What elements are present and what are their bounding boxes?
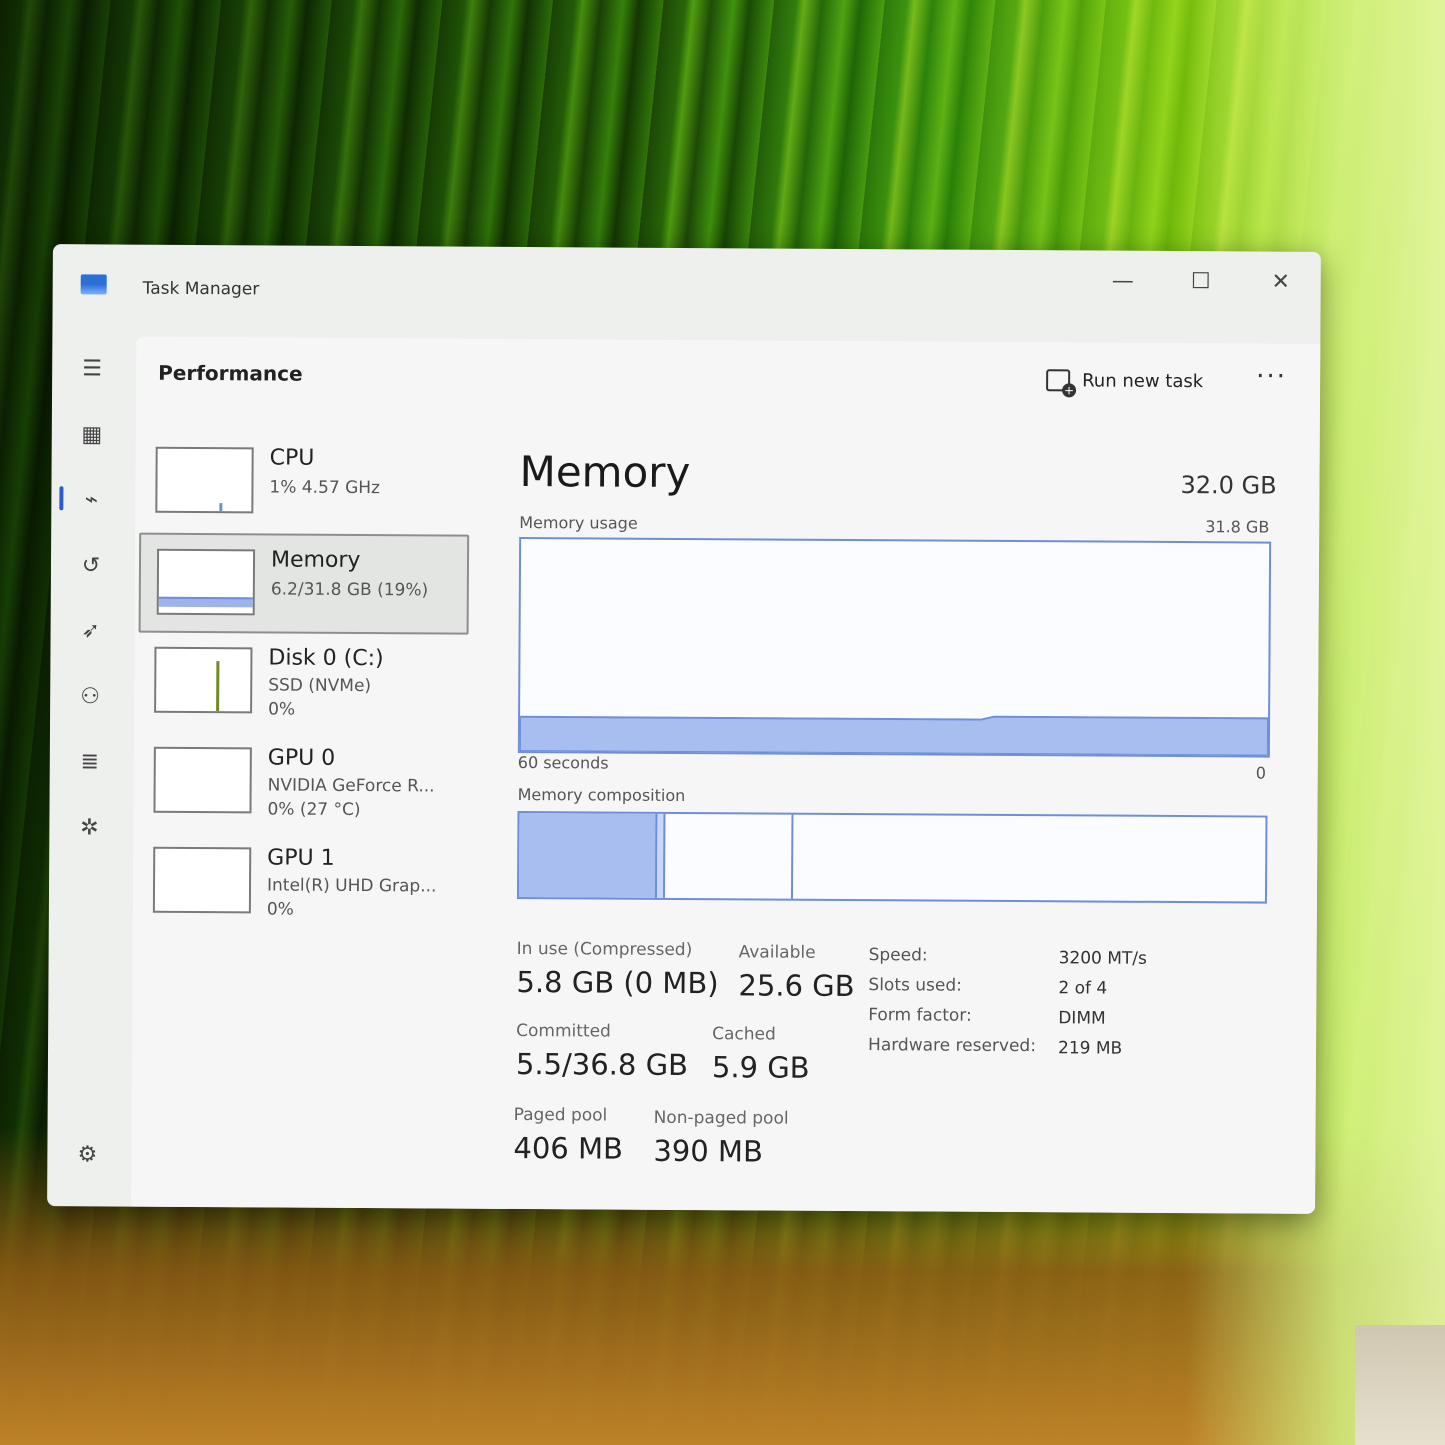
composition-in-use-segment [518, 812, 658, 898]
speed-value: 3200 MT/s [1058, 948, 1147, 969]
run-task-icon [1046, 369, 1071, 392]
device-detail: NVIDIA GeForce R... [267, 775, 435, 797]
device-name: CPU [269, 445, 315, 471]
device-item-memory[interactable]: Memory 6.2/31.8 GB (19%) [138, 532, 470, 635]
details-icon[interactable]: ≣ [70, 741, 110, 781]
slots-label: Slots used: [868, 975, 962, 996]
page-title: Performance [158, 360, 303, 386]
gpu0-thumbnail-graph [153, 746, 252, 814]
settings-icon[interactable]: ⚙ [67, 1134, 107, 1174]
maximize-button[interactable]: ☐ [1171, 261, 1231, 301]
device-detail: Intel(R) UHD Grap... [266, 875, 437, 897]
hardware-reserved-label: Hardware reserved: [868, 1035, 1037, 1057]
in-use-label: In use (Compressed) [516, 938, 693, 961]
processes-icon[interactable]: ▦ [72, 414, 112, 454]
users-icon[interactable]: ⚇ [70, 676, 110, 716]
cpu-thumbnail-spike [219, 503, 223, 512]
device-name: Memory [270, 547, 361, 574]
memory-thumbnail-graph [156, 548, 256, 616]
memory-total: 32.0 GB [1180, 471, 1277, 500]
performance-icon[interactable]: ⌁ [71, 479, 111, 519]
device-usage: 0% (27 °C) [267, 799, 361, 821]
wallpaper-path [1355, 1325, 1445, 1445]
form-factor-value: DIMM [1058, 1008, 1106, 1029]
paged-pool-label: Paged pool [513, 1104, 608, 1126]
device-item-cpu[interactable]: CPU 1% 4.57 GHz [139, 433, 470, 535]
cached-label: Cached [712, 1024, 776, 1045]
device-item-gpu0[interactable]: GPU 0 NVIDIA GeForce R... 0% (27 °C) [137, 733, 468, 835]
available-value: 25.6 GB [738, 968, 855, 1004]
speed-label: Speed: [868, 945, 928, 966]
memory-composition-label: Memory composition [517, 784, 686, 806]
minimize-button[interactable]: — [1093, 260, 1153, 300]
window-title: Task Manager [142, 278, 260, 300]
cached-value: 5.9 GB [711, 1050, 810, 1085]
run-new-task-button[interactable]: Run new task [1046, 366, 1203, 395]
memory-usage-max: 31.8 GB [1205, 517, 1270, 537]
memory-title: Memory [519, 446, 691, 498]
device-name: Disk 0 (C:) [268, 645, 384, 672]
nav-sidebar: ☰ ▦ ⌁ ↺ ➶ ⚇ ≣ ✲ ⚙ [47, 334, 132, 1206]
device-usage: 0% [266, 899, 294, 920]
slots-value: 2 of 4 [1058, 978, 1108, 999]
device-item-gpu1[interactable]: GPU 1 Intel(R) UHD Grap... 0% [137, 833, 468, 935]
disk-thumbnail-graph [154, 646, 253, 714]
device-usage: 0% [268, 699, 296, 720]
close-button[interactable]: ✕ [1251, 261, 1311, 301]
performance-content: Performance Run new task ··· CPU 1% 4.57… [131, 336, 1321, 1214]
services-icon[interactable]: ✲ [69, 807, 109, 847]
committed-value: 5.5/36.8 GB [515, 1046, 689, 1083]
committed-label: Committed [516, 1020, 611, 1042]
device-name: GPU 1 [267, 845, 335, 871]
cpu-thumbnail-graph [155, 446, 254, 514]
memory-usage-label: Memory usage [519, 512, 638, 533]
composition-standby-segment [664, 813, 794, 899]
run-new-task-label: Run new task [1082, 369, 1204, 392]
title-bar[interactable]: Task Manager — ☐ ✕ [52, 244, 1321, 342]
device-detail: 6.2/31.8 GB (19%) [270, 579, 429, 601]
nav-active-indicator [59, 486, 64, 511]
device-item-disk[interactable]: Disk 0 (C:) SSD (NVMe) 0% [138, 633, 469, 735]
graph-axis-right-label: 0 [1255, 763, 1266, 783]
task-manager-window: Task Manager — ☐ ✕ ☰ ▦ ⌁ ↺ ➶ ⚇ ≣ ✲ ⚙ Per… [47, 244, 1321, 1214]
task-manager-app-icon [80, 274, 107, 295]
in-use-value: 5.8 GB (0 MB) [516, 964, 719, 1001]
app-history-icon[interactable]: ↺ [71, 545, 111, 585]
hardware-reserved-value: 219 MB [1057, 1038, 1123, 1059]
memory-composition-bar [516, 810, 1268, 904]
non-paged-pool-value: 390 MB [653, 1133, 764, 1169]
memory-usage-graph [517, 536, 1272, 758]
graph-axis-left-label: 60 seconds [517, 752, 609, 773]
disk-thumbnail-spike [216, 661, 220, 712]
gpu1-thumbnail-graph [152, 846, 252, 914]
memory-usage-area [519, 715, 1270, 756]
device-list: CPU 1% 4.57 GHz Memory 6.2/31.8 GB (19%)… [137, 433, 470, 935]
memory-usage-svg [519, 715, 1270, 756]
hamburger-menu-icon[interactable]: ☰ [72, 348, 112, 388]
memory-thumbnail-fill [158, 596, 253, 608]
device-detail: 1% 4.57 GHz [269, 477, 381, 499]
available-label: Available [738, 942, 816, 963]
paged-pool-value: 406 MB [513, 1130, 624, 1166]
non-paged-pool-label: Non-paged pool [653, 1107, 789, 1129]
device-name: GPU 0 [267, 745, 336, 771]
form-factor-label: Form factor: [868, 1005, 972, 1026]
startup-apps-icon[interactable]: ➶ [70, 610, 110, 650]
device-detail: SSD (NVMe) [268, 675, 372, 697]
composition-free-segment [793, 815, 1266, 902]
more-options-button[interactable]: ··· [1256, 361, 1287, 391]
